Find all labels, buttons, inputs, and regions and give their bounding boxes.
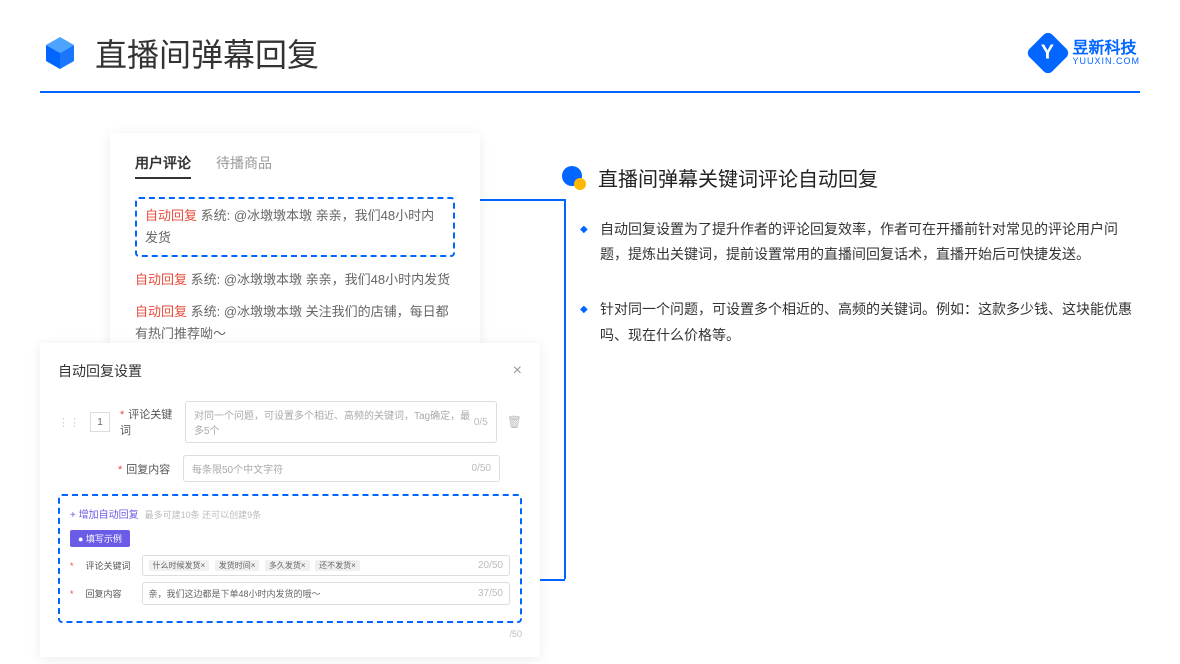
bottom-count: /50 xyxy=(58,629,522,639)
comment-panel: 用户评论 待播商品 自动回复 系统: @冰墩墩本墩 亲亲，我们48小时内发货 自… xyxy=(110,133,480,375)
screenshot-column: 用户评论 待播商品 自动回复 系统: @冰墩墩本墩 亲亲，我们48小时内发货 自… xyxy=(40,133,520,378)
highlighted-comment: 自动回复 系统: @冰墩墩本墩 亲亲，我们48小时内发货 xyxy=(135,197,455,257)
logo-text-cn: 昱新科技 xyxy=(1072,41,1140,57)
example-content-row: * 回复内容 亲，我们这边都是下单48小时内发货的哦～ 37/50 xyxy=(70,582,510,605)
form-row-keyword: ⋮⋮ 1 *评论关键词 对同一个问题，可设置多个相近、高频的关键词，Tag确定，… xyxy=(58,401,522,443)
close-icon[interactable]: × xyxy=(513,362,522,380)
cube-icon xyxy=(40,33,80,73)
add-auto-reply-link[interactable]: + 增加自动回复最多可建10条 还可以创建9条 xyxy=(70,506,510,521)
connector-line xyxy=(480,199,565,201)
bullet-item: 针对同一个问题，可设置多个相近的、高频的关键词。例如：这款多少钱、这块能优惠吗、… xyxy=(580,297,1140,347)
auto-reply-tag: 自动回复 xyxy=(145,208,197,223)
tag-chip[interactable]: 发货时间× xyxy=(215,560,260,571)
description-column: 直播间弹幕关键词评论自动回复 自动回复设置为了提升作者的评论回复效率，作者可在开… xyxy=(560,133,1140,378)
header-left: 直播间弹幕回复 xyxy=(40,30,319,76)
logo-badge-icon: Y xyxy=(1026,30,1071,75)
delete-icon[interactable]: 🗑 xyxy=(507,415,522,429)
chat-bubble-icon xyxy=(560,164,588,192)
example-keyword-input[interactable]: 什么时候发货× 发货时间× 多久发货× 还不发货× 20/50 xyxy=(142,555,510,576)
tab-user-comments[interactable]: 用户评论 xyxy=(135,153,191,179)
index-box: 1 xyxy=(90,412,110,432)
section-title: 直播间弹幕关键词评论自动回复 xyxy=(560,163,1140,192)
comment-item: 自动回复 系统: @冰墩墩本墩 关注我们的店铺，每日都有热门推荐呦～ xyxy=(135,301,455,345)
example-keyword-row: * 评论关键词 什么时候发货× 发货时间× 多久发货× 还不发货× 20/50 xyxy=(70,555,510,576)
keyword-input[interactable]: 对同一个问题，可设置多个相近、高频的关键词，Tag确定，最多5个 0/5 xyxy=(185,401,497,443)
content-input[interactable]: 每条限50个中文字符 0/50 xyxy=(183,455,500,482)
comment-text: 系统: @冰墩墩本墩 亲亲，我们48小时内发货 xyxy=(187,272,450,287)
tag-chip[interactable]: 还不发货× xyxy=(315,560,360,571)
tag-chip[interactable]: 什么时候发货× xyxy=(149,560,210,571)
auto-reply-settings-panel: 自动回复设置 × ⋮⋮ 1 *评论关键词 对同一个问题，可设置多个相近、高频的关… xyxy=(40,343,540,657)
page-header: 直播间弹幕回复 Y 昱新科技 YUUXIN.COM xyxy=(0,0,1180,91)
section-heading: 直播间弹幕关键词评论自动回复 xyxy=(598,163,878,192)
auto-reply-tag: 自动回复 xyxy=(135,304,187,319)
bullet-list: 自动回复设置为了提升作者的评论回复效率，作者可在开播前针对常见的评论用户问题，提… xyxy=(560,217,1140,348)
example-badge: ● 填写示例 xyxy=(70,530,130,547)
tag-chip[interactable]: 多久发货× xyxy=(265,560,310,571)
tab-pending-products[interactable]: 待播商品 xyxy=(216,153,272,179)
logo-text-en: YUUXIN.COM xyxy=(1072,57,1140,66)
auto-reply-tag: 自动回复 xyxy=(135,272,187,287)
example-content-input[interactable]: 亲，我们这边都是下单48小时内发货的哦～ 37/50 xyxy=(142,582,510,605)
example-section: + 增加自动回复最多可建10条 还可以创建9条 ● 填写示例 * 评论关键词 什… xyxy=(58,494,522,623)
brand-logo: Y 昱新科技 YUUXIN.COM xyxy=(1032,37,1140,69)
tabs: 用户评论 待播商品 xyxy=(135,153,455,179)
form-row-content: *回复内容 每条限50个中文字符 0/50 xyxy=(58,455,522,482)
comment-item: 自动回复 系统: @冰墩墩本墩 亲亲，我们48小时内发货 xyxy=(135,269,455,291)
bullet-item: 自动回复设置为了提升作者的评论回复效率，作者可在开播前针对常见的评论用户问题，提… xyxy=(580,217,1140,267)
settings-title: 自动回复设置 xyxy=(58,361,142,381)
page-title: 直播间弹幕回复 xyxy=(95,30,319,76)
